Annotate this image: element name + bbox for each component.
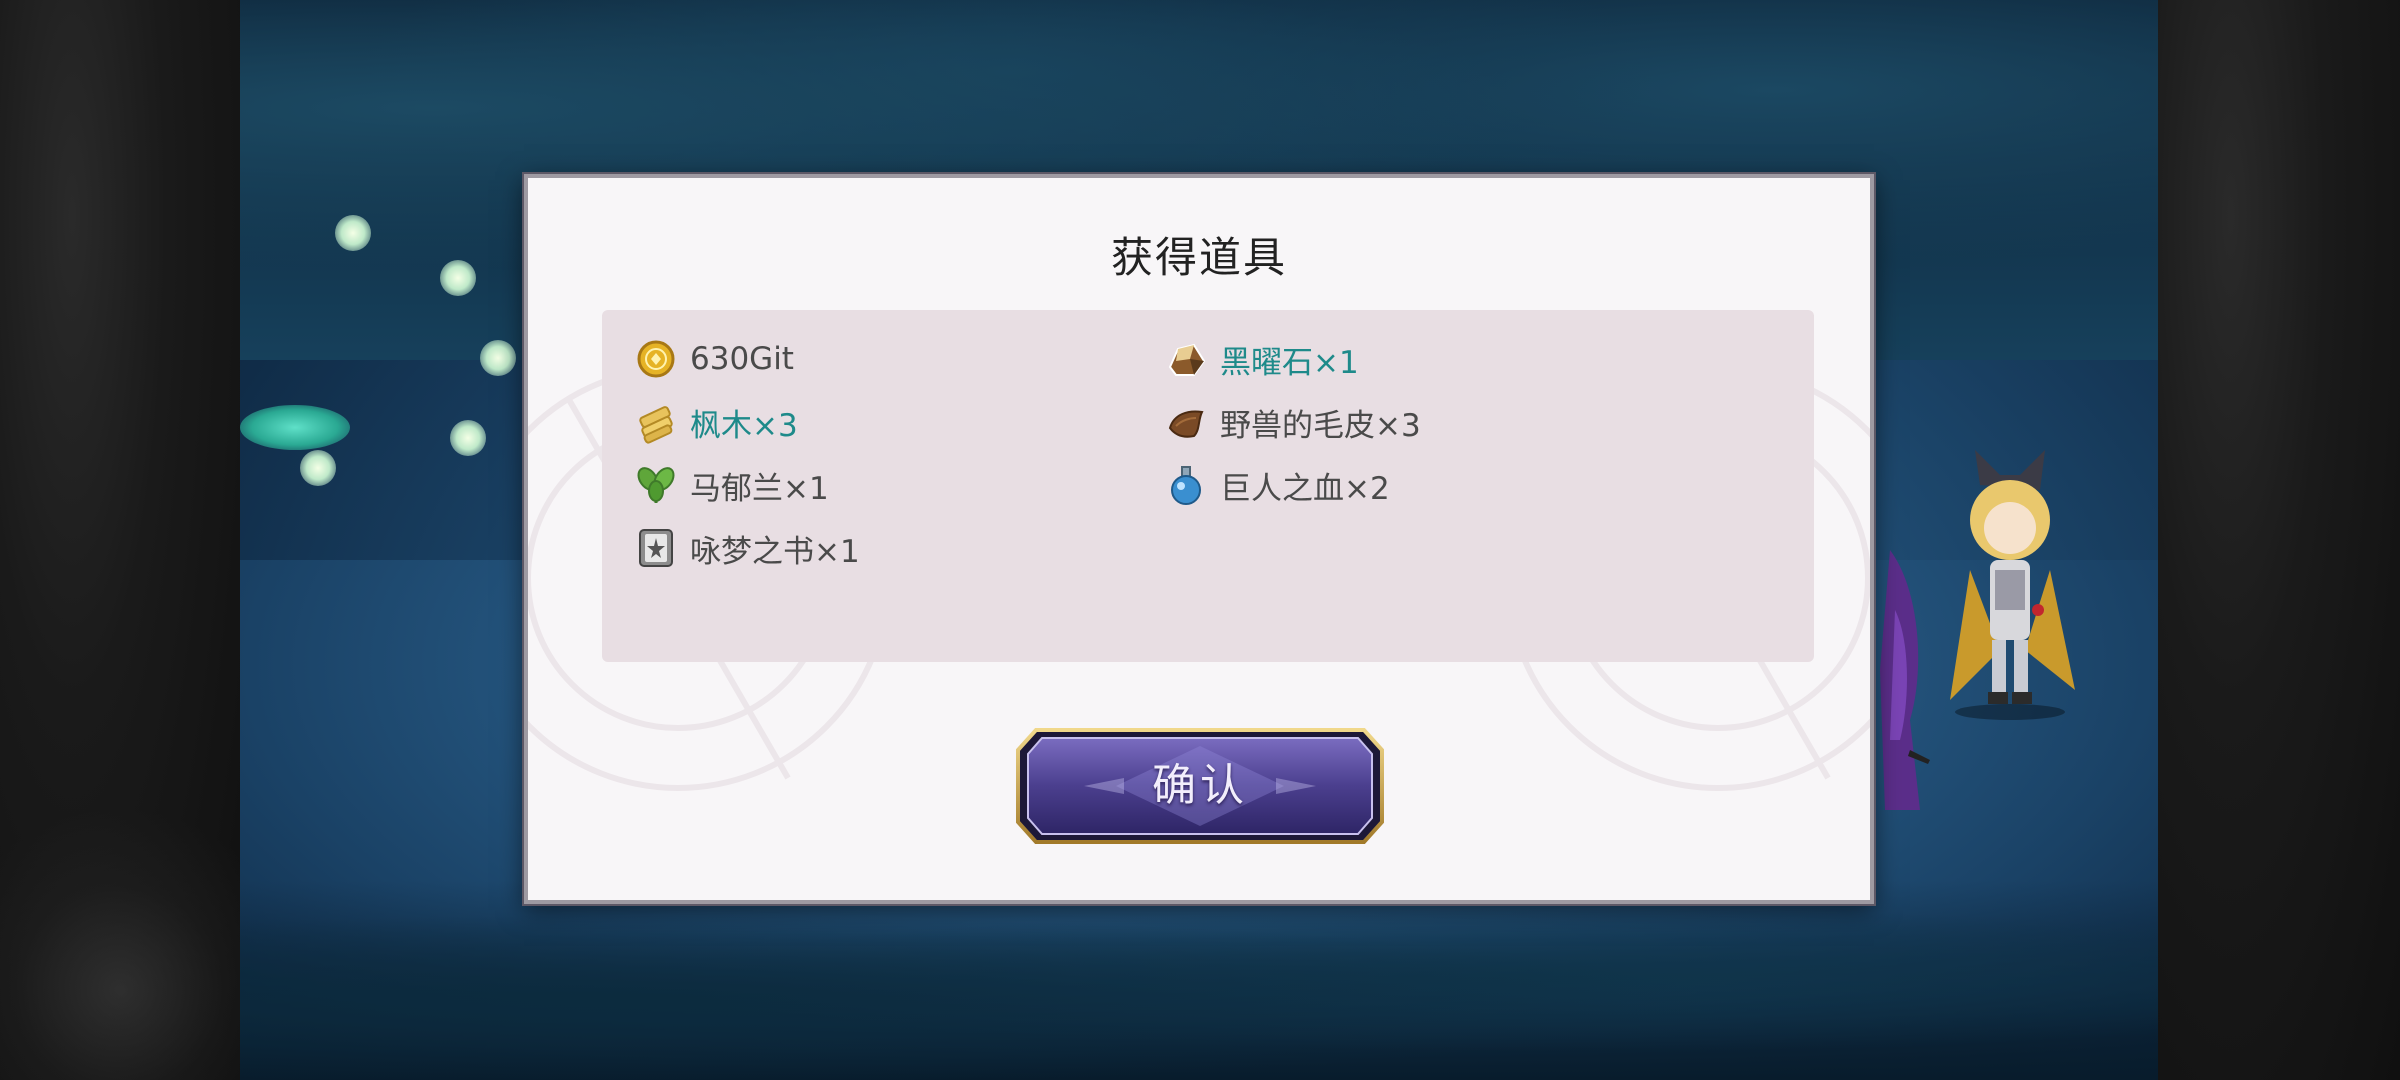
item-label: 枫木×3 <box>690 407 798 444</box>
item-reward-dialog: 获得道具 630Git 黑曜石×1 枫木×3 野兽的毛皮×3 马郁兰×1 巨人之… <box>524 174 1874 904</box>
glowing-pond <box>240 405 350 450</box>
purple-character-sprite <box>1880 550 1930 810</box>
game-screen: 获得道具 630Git 黑曜石×1 枫木×3 野兽的毛皮×3 马郁兰×1 巨人之… <box>0 0 2400 1080</box>
glowing-flower <box>450 420 486 456</box>
item-label: 咏梦之书×1 <box>690 533 860 570</box>
item-label: 巨人之血×2 <box>1220 470 1390 507</box>
item-label: 马郁兰×1 <box>690 470 829 507</box>
glowing-flower <box>300 450 336 486</box>
reward-item: 野兽的毛皮×3 <box>1164 397 1421 447</box>
item-label: 野兽的毛皮×3 <box>1220 407 1421 444</box>
right-border-panel <box>2158 0 2400 1080</box>
glowing-flower <box>335 215 371 251</box>
confirm-button[interactable]: 确认 <box>1014 726 1386 846</box>
dream-book-icon <box>639 529 673 567</box>
gold-coin-icon <box>637 340 675 378</box>
cat-hood-character-sprite <box>1950 450 2075 720</box>
maple-wood-icon <box>639 406 673 444</box>
reward-item: 枫木×3 <box>634 397 798 447</box>
reward-item: 黑曜石×1 <box>1164 334 1359 384</box>
item-label: 黑曜石×1 <box>1220 344 1359 381</box>
item-label: 630Git <box>690 341 794 377</box>
foreground-bushes <box>240 880 2158 1080</box>
reward-item: 马郁兰×1 <box>634 460 829 510</box>
confirm-button-label: 确认 <box>1152 760 1248 811</box>
dialog-title: 获得道具 <box>1110 233 1287 282</box>
left-border-panel <box>0 0 240 1080</box>
reward-item: 630Git <box>634 334 794 384</box>
reward-item: 巨人之血×2 <box>1164 460 1390 510</box>
potion-flask-icon <box>1171 466 1201 505</box>
reward-items-panel: 630Git 黑曜石×1 枫木×3 野兽的毛皮×3 马郁兰×1 巨人之血×2 咏… <box>602 310 1814 662</box>
glowing-flower <box>480 340 516 376</box>
obsidian-stone-icon <box>1168 343 1206 376</box>
marjoram-herb-icon <box>637 467 675 503</box>
reward-item: 咏梦之书×1 <box>634 523 860 573</box>
glowing-flower <box>440 260 476 296</box>
beast-pelt-icon <box>1168 410 1204 438</box>
